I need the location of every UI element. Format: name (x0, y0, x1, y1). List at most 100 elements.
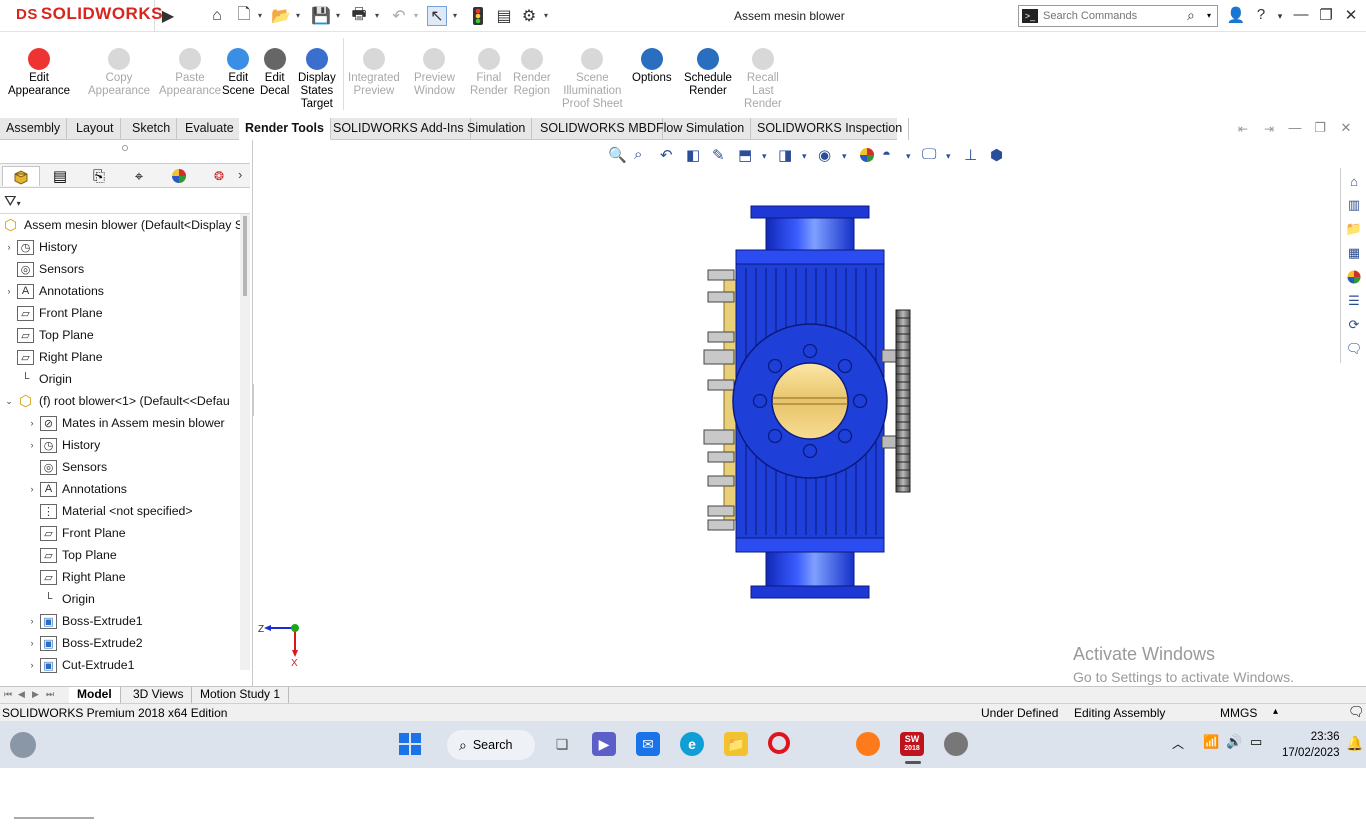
expand-arrow-icon[interactable]: › (27, 616, 37, 626)
battery-icon[interactable]: ▭ (1250, 734, 1262, 750)
property-manager-icon[interactable]: ▤ (41, 166, 79, 186)
tab-evaluate[interactable]: Evaluate (179, 118, 241, 140)
customize-status-icon[interactable]: 🗨 (1348, 704, 1365, 720)
undo-dropdown-icon[interactable]: ▾ (414, 11, 422, 20)
featuremanager-tree-icon[interactable] (2, 166, 40, 186)
panel-splitter-handle[interactable] (122, 145, 128, 151)
previous-view-icon[interactable]: ↶ (660, 146, 673, 164)
model-tab-3d-views[interactable]: 3D Views (125, 687, 193, 703)
tree-node[interactable]: ⌄ ⬡ (f) root blower<1> (Default<<Defau (4, 391, 230, 411)
options-button[interactable]: Options (632, 48, 672, 85)
volume-icon[interactable]: 🔊 (1226, 734, 1242, 750)
notifications-icon[interactable]: 🔔 (1346, 735, 1363, 752)
edit-decal-button[interactable]: Edit Decal (260, 48, 289, 98)
scroll-thumb[interactable] (243, 216, 247, 296)
view-palette-icon[interactable]: ▦ (1345, 244, 1363, 262)
display-manager-icon[interactable] (160, 166, 198, 186)
design-library-icon[interactable]: ▥ (1345, 196, 1363, 214)
configuration-manager-icon[interactable]: ⎘ (80, 166, 118, 186)
options-gear-icon[interactable]: ⚙ (519, 6, 539, 26)
blower-model[interactable] (694, 200, 924, 600)
units-system[interactable]: MMGS (1220, 706, 1257, 720)
tile-left-icon[interactable]: ⇤ (1232, 122, 1254, 136)
cam-manager-icon[interactable]: ❂ (200, 166, 238, 186)
options-dropdown-icon[interactable]: ▾ (544, 11, 552, 20)
expand-arrow-icon[interactable]: › (27, 484, 37, 494)
tree-node[interactable]: ▱ Top Plane (4, 325, 94, 345)
new-document-icon[interactable]: 🗋 (234, 6, 254, 26)
view-settings-dropdown-icon[interactable]: ▾ (946, 151, 951, 162)
expand-arrow-icon[interactable]: › (27, 638, 37, 648)
clock[interactable]: 23:36 17/02/2023 (1282, 729, 1340, 761)
tab-scroll-first-icon[interactable]: ⏮ (4, 689, 12, 700)
tree-node[interactable]: › ◷ History (4, 237, 77, 257)
tab-solidworks-add-ins[interactable]: SOLIDWORKS Add-Ins (327, 118, 471, 140)
tab-scroll-next-icon[interactable]: ▶ (32, 689, 39, 700)
search-commands-box[interactable]: >_ ⌕ ▾ (1018, 5, 1218, 27)
tree-node[interactable]: › ▣ Boss-Extrude1 (27, 611, 143, 631)
zoom-to-area-icon[interactable]: ⌕ (634, 146, 642, 163)
model-tab-model[interactable]: Model (69, 687, 121, 703)
tree-node[interactable]: └ Origin (4, 369, 72, 389)
solidworks-forum-icon[interactable]: ⟳ (1345, 316, 1363, 334)
tree-node[interactable]: › ⊘ Mates in Assem mesin blower (27, 413, 225, 433)
task-view-icon[interactable]: ❏ (550, 732, 574, 756)
feature-tree-scrollbar[interactable] (240, 214, 250, 670)
collaboration-icon[interactable]: 🗨 (1345, 340, 1363, 358)
new-dropdown-icon[interactable]: ▾ (258, 11, 266, 20)
tab-assembly[interactable]: Assembly (0, 118, 68, 140)
tab-scroll-last-icon[interactable]: ⏭ (46, 689, 54, 700)
start-icon[interactable] (398, 732, 422, 756)
wifi-icon[interactable]: 📶 (1203, 734, 1219, 750)
tab-solidworks-inspection[interactable]: SOLIDWORKS Inspection (751, 118, 910, 140)
save-icon[interactable]: 💾 (311, 6, 331, 26)
tree-node[interactable]: ▱ Right Plane (27, 567, 126, 587)
show-hidden-icons[interactable]: ︿ (1172, 735, 1184, 752)
tab-simulation[interactable]: Simulation (461, 118, 533, 140)
tab-layout[interactable]: Layout (70, 118, 121, 140)
doc-close-icon[interactable]: ✕ (1335, 120, 1357, 136)
tree-node[interactable]: › ◷ History (27, 435, 100, 455)
tree-node[interactable]: › A Annotations (27, 479, 127, 499)
view-orientation-icon[interactable]: ⬒ (738, 146, 752, 164)
view-orientation-dropdown-icon[interactable]: ▾ (762, 151, 767, 162)
integrated-preview-button[interactable]: Integrated Preview (348, 48, 400, 98)
feature-tree-hscroll[interactable] (0, 812, 250, 824)
close-icon[interactable]: ✕ (1340, 6, 1362, 24)
rebuild-icon[interactable] (468, 6, 488, 26)
edit-scene-button[interactable]: Edit Scene (222, 48, 255, 98)
tab-scroll-prev-icon[interactable]: ◀ (18, 689, 25, 700)
solidworks-rx-icon[interactable] (944, 732, 968, 756)
paste-appearance-button[interactable]: Paste Appearance (159, 48, 221, 98)
expand-arrow-icon[interactable]: › (27, 440, 37, 450)
dimxpert-manager-icon[interactable]: ⌖ (120, 166, 158, 186)
schedule-render-button[interactable]: Schedule Render (684, 48, 732, 98)
tree-node[interactable]: ▱ Right Plane (4, 347, 103, 367)
custom-properties-icon[interactable]: ☰ (1345, 292, 1363, 310)
tab-render-tools[interactable]: Render Tools (239, 118, 331, 140)
tree-node[interactable]: ⬡ Assem mesin blower (Default<Display S (2, 215, 243, 235)
edge-icon[interactable]: e (680, 732, 704, 756)
expand-arrow-icon[interactable]: › (27, 418, 37, 428)
tree-node[interactable]: › ▣ Boss-Extrude2 (27, 633, 143, 653)
restore-icon[interactable]: ❐ (1315, 6, 1337, 24)
meet-icon[interactable]: ▶ (592, 732, 616, 756)
minimize-icon[interactable]: — (1290, 6, 1312, 23)
tab-flow-simulation[interactable]: Flow Simulation (650, 118, 752, 140)
select-dropdown-icon[interactable]: ▾ (453, 11, 461, 20)
apply-scene-dropdown-icon[interactable]: ▾ (906, 151, 911, 162)
hide-show-items-icon[interactable]: ◉ (818, 146, 831, 164)
copy-appearance-button[interactable]: Copy Appearance (88, 48, 150, 98)
dynamic-annotation-icon[interactable]: ✎ (712, 146, 725, 164)
expand-arrow-icon[interactable]: › (4, 286, 14, 296)
print-icon[interactable]: 🖶 (349, 6, 369, 26)
open-dropdown-icon[interactable]: ▾ (296, 11, 304, 20)
taskbar-search[interactable]: ⌕ Search (447, 730, 535, 760)
tree-node[interactable]: ◎ Sensors (27, 457, 107, 477)
file-explorer-taskbar-icon[interactable]: 📁 (724, 732, 748, 756)
display-style-dropdown-icon[interactable]: ▾ (802, 151, 807, 162)
solidworks-logo-area[interactable]: DS SOLIDWORKS (0, 0, 162, 32)
hide-show-dropdown-icon[interactable]: ▾ (842, 151, 847, 162)
graphics-area[interactable]: 🔍 ⌕ ↶ ◧ ✎ ⬒ ▾ ◨ ▾ ◉ ▾ ◓ ▾ 🖵 ▾ ⊥ ⬢ (254, 140, 1339, 686)
save-dropdown-icon[interactable]: ▾ (336, 11, 344, 20)
